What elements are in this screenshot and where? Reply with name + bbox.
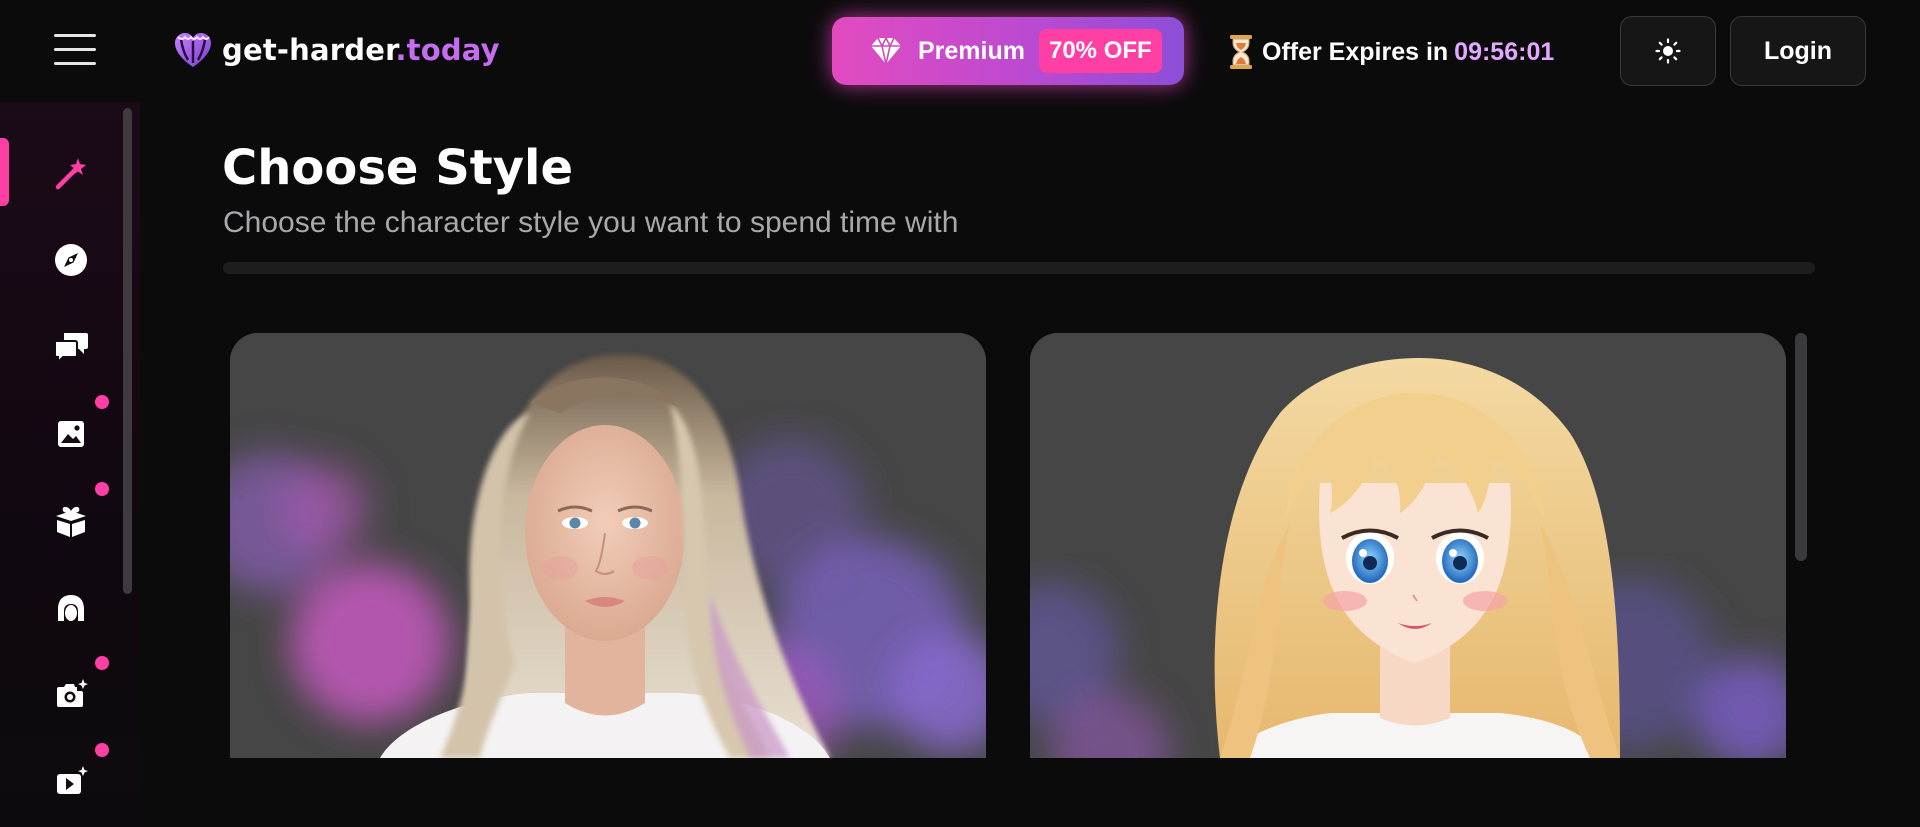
sidebar-item-explore[interactable] <box>44 233 98 287</box>
menu-line <box>54 48 96 51</box>
sidebar-scrollbar[interactable] <box>123 108 132 594</box>
sun-icon <box>1655 38 1681 64</box>
content-scrollbar[interactable] <box>1795 333 1807 561</box>
style-card-anime[interactable] <box>1030 333 1786 758</box>
camera-sparkle-icon <box>57 679 88 707</box>
sidebar <box>0 102 140 827</box>
notification-dot <box>95 482 109 496</box>
style-card-realistic[interactable] <box>230 333 986 758</box>
top-header: get-harder.today Premium 70% OFF Offer E… <box>0 0 1920 102</box>
video-sparkle-icon <box>57 766 88 794</box>
sidebar-item-generate-image[interactable] <box>44 668 98 722</box>
hourglass-icon <box>1230 35 1252 69</box>
page-title: Choose Style <box>222 140 573 196</box>
diamond-icon <box>871 36 901 65</box>
offer-timer: 09:56:01 <box>1454 37 1555 66</box>
hair-profile-icon <box>58 595 84 621</box>
hamburger-menu-icon[interactable] <box>50 30 98 70</box>
anime-portrait-image <box>1030 333 1786 758</box>
menu-line <box>54 34 96 37</box>
logo-text: get-harder.today <box>222 33 500 67</box>
notification-dot <box>95 656 109 670</box>
notification-dot <box>95 395 109 409</box>
logo-tld: .today <box>395 33 500 67</box>
page-subtitle: Choose the character style you want to s… <box>223 206 959 239</box>
discount-badge: 70% OFF <box>1038 29 1162 73</box>
offer-countdown: Offer Expires in 09:56:01 <box>1228 32 1554 72</box>
progress-track <box>223 262 1815 274</box>
premium-button[interactable]: Premium 70% OFF <box>832 17 1184 85</box>
menu-line <box>54 62 96 65</box>
image-icon <box>58 421 84 447</box>
sidebar-item-characters[interactable] <box>44 581 98 635</box>
theme-toggle-button[interactable] <box>1620 16 1716 86</box>
logo-link[interactable]: get-harder.today <box>172 28 500 72</box>
logo-name: get-harder <box>222 33 396 67</box>
notification-dot <box>95 743 109 757</box>
gift-box-icon <box>56 506 86 537</box>
chat-bubbles-icon <box>54 333 88 365</box>
sidebar-item-gallery[interactable] <box>44 407 98 461</box>
realistic-portrait-image <box>230 333 986 758</box>
sidebar-item-chat[interactable] <box>44 320 98 374</box>
active-indicator <box>0 138 9 206</box>
magic-wand-icon <box>55 158 86 190</box>
heart-logo-icon <box>175 33 211 67</box>
compass-icon <box>55 244 87 276</box>
premium-label: Premium <box>918 36 1025 65</box>
offer-label: Offer Expires in <box>1262 37 1449 66</box>
login-button[interactable]: Login <box>1730 16 1866 86</box>
sidebar-item-create[interactable] <box>44 146 98 200</box>
sidebar-item-generate-video[interactable] <box>44 755 98 809</box>
sidebar-item-gifts[interactable] <box>44 494 98 548</box>
